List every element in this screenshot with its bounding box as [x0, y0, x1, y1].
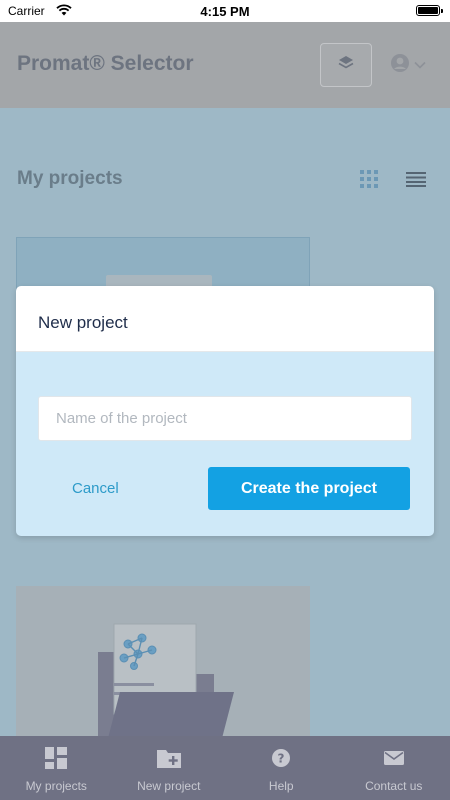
tab-label: My projects — [25, 779, 87, 793]
empty-state-card — [16, 586, 310, 746]
layers-icon — [337, 54, 355, 77]
battery-icon — [416, 5, 443, 16]
app-header: Promat® Selector — [0, 22, 450, 108]
app-title: Promat® Selector — [17, 52, 194, 75]
tab-new-project[interactable]: New project — [113, 736, 226, 800]
grid-view-icon[interactable] — [360, 170, 378, 193]
list-view-icon[interactable] — [406, 171, 426, 192]
tab-label: New project — [137, 779, 201, 793]
dialog-header: New project — [16, 286, 434, 352]
mail-icon — [383, 746, 404, 770]
tab-contact-us[interactable]: Contact us — [338, 736, 450, 800]
folder-illustration-icon — [94, 622, 234, 751]
dialog-title: New project — [38, 313, 128, 332]
dashboard-icon — [45, 746, 68, 770]
cancel-button[interactable]: Cancel — [72, 480, 119, 497]
help-icon: ? — [271, 746, 291, 770]
create-project-button[interactable]: Create the project — [208, 467, 410, 510]
new-project-dialog: New project Cancel Create the project — [16, 286, 434, 536]
status-bar: Carrier 4:15 PM — [0, 0, 450, 22]
project-name-input[interactable] — [38, 396, 412, 441]
folder-plus-icon — [156, 746, 181, 770]
svg-text:?: ? — [278, 752, 285, 766]
clock: 4:15 PM — [200, 4, 250, 19]
chevron-down-icon — [414, 56, 426, 74]
user-menu-button[interactable] — [390, 52, 426, 78]
tab-help[interactable]: ? Help — [225, 736, 338, 800]
section-title: My projects — [17, 168, 123, 189]
user-circle-icon — [390, 53, 410, 78]
tab-bar: My projects New project ? Help Contact u… — [0, 736, 450, 800]
layers-button[interactable] — [320, 43, 372, 87]
tab-label: Contact us — [365, 779, 423, 793]
tab-my-projects[interactable]: My projects — [0, 736, 113, 800]
tab-label: Help — [268, 779, 294, 793]
dialog-body: Cancel Create the project — [16, 352, 434, 536]
